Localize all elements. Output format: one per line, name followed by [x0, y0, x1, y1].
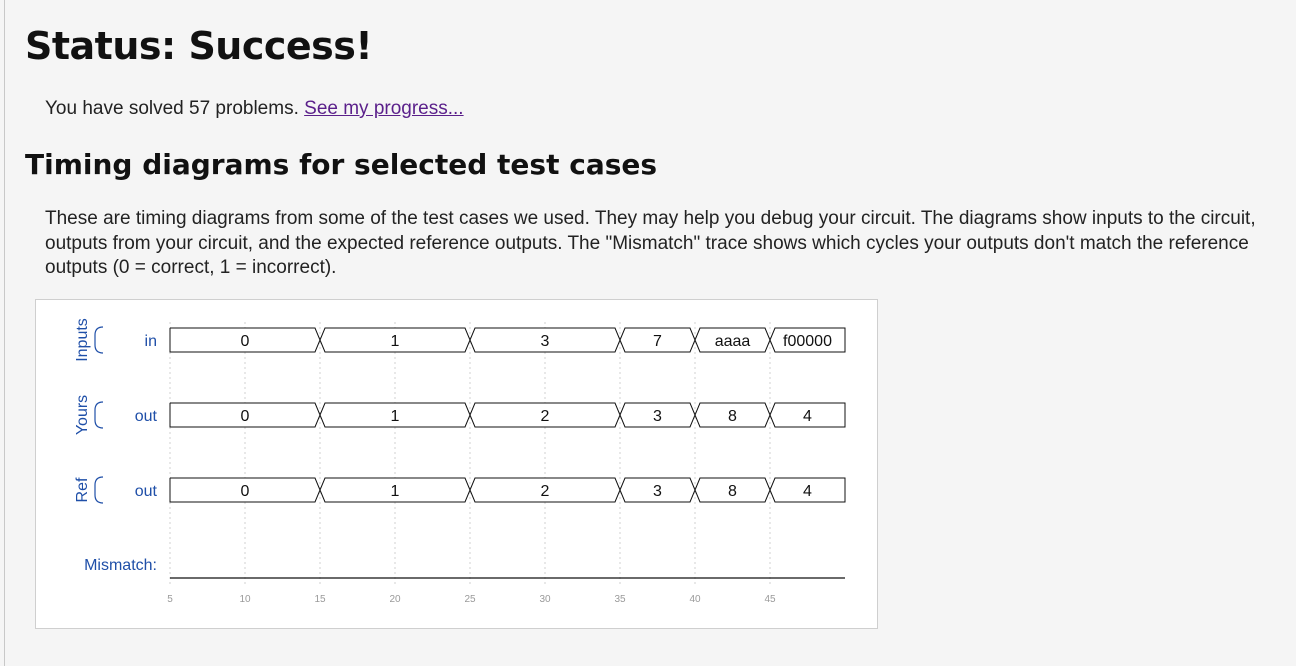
- segment-value: 4: [803, 408, 812, 425]
- segment-value: 0: [241, 333, 250, 350]
- section-description: These are timing diagrams from some of t…: [45, 208, 1256, 278]
- segment-value: 4: [803, 483, 812, 500]
- segment-value: 8: [728, 408, 737, 425]
- timing-diagram: Inputs Yours Ref in 0 1 3 7 aaaa f00000 out 0 1 2 3 8 4 o…: [74, 318, 846, 605]
- time-tick-label: 25: [464, 594, 476, 605]
- segment-value: 1: [391, 408, 400, 425]
- progress-line: You have solved 57 problems. See my prog…: [45, 98, 464, 120]
- time-tick-label: 45: [764, 594, 776, 605]
- group-brace: [94, 326, 104, 354]
- time-tick-label: 30: [539, 594, 551, 605]
- segment-value: 3: [653, 483, 662, 500]
- segment-value: 0: [241, 408, 250, 425]
- segment-value: 3: [653, 408, 662, 425]
- time-tick-label: 35: [614, 594, 626, 605]
- group-label: Ref: [74, 477, 91, 502]
- segment-value: 0: [241, 483, 250, 500]
- segment-value: 2: [541, 408, 550, 425]
- segment-value: 8: [728, 483, 737, 500]
- signal-name: out: [135, 408, 158, 425]
- see-progress-link[interactable]: See my progress...: [304, 98, 463, 119]
- page-left-border: [4, 0, 5, 666]
- signal-name: in: [145, 333, 157, 350]
- segment-value: 1: [391, 483, 400, 500]
- group-brace: [94, 476, 104, 504]
- segment-value: 2: [541, 483, 550, 500]
- group-label: Inputs: [74, 318, 91, 362]
- segment-value: 1: [391, 333, 400, 350]
- time-tick-label: 20: [389, 594, 401, 605]
- group-brace: [94, 401, 104, 429]
- segment-value: 3: [541, 333, 550, 350]
- mismatch-label: Mismatch:: [84, 557, 157, 574]
- timing-diagram-panel: Inputs Yours Ref in 0 1 3 7 aaaa f00000 out 0 1 2 3 8 4 o…: [35, 299, 878, 629]
- time-tick-label: 5: [167, 594, 173, 605]
- group-label: Yours: [74, 395, 91, 435]
- signal-name: out: [135, 483, 158, 500]
- time-tick-label: 15: [314, 594, 326, 605]
- progress-text: You have solved 57 problems.: [45, 98, 305, 119]
- segment-value: aaaa: [715, 333, 751, 350]
- status-title: Status: Success!: [25, 24, 373, 68]
- time-tick-label: 40: [689, 594, 701, 605]
- section-title: Timing diagrams for selected test cases: [25, 148, 658, 181]
- segment-value: 7: [653, 333, 662, 350]
- time-tick-label: 10: [239, 594, 251, 605]
- segment-value: f00000: [783, 333, 832, 350]
